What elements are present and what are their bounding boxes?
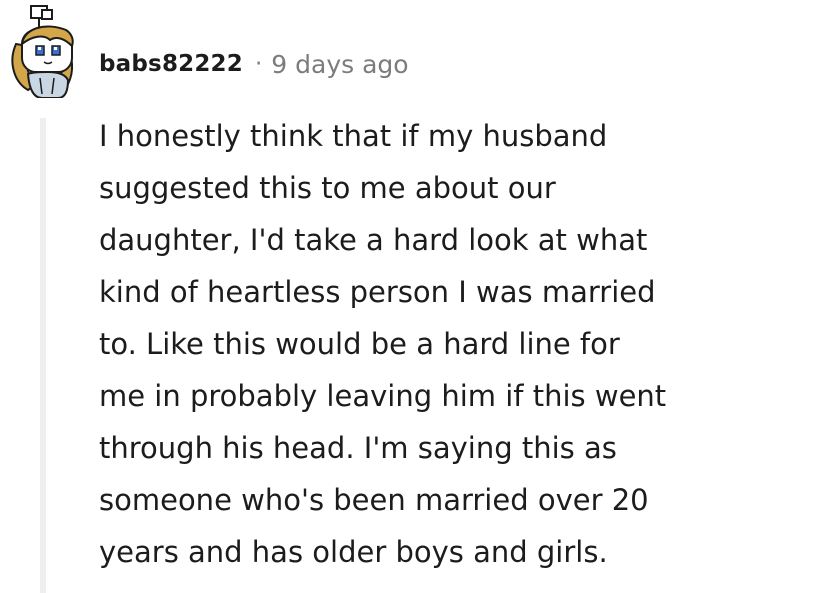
comment-body-line: I honestly think that if my husband <box>99 119 608 153</box>
author-username[interactable]: babs82222 <box>99 51 243 77</box>
thread-collapse-line[interactable] <box>40 118 46 593</box>
comment-body-line: kind of heartless person I was married <box>99 275 656 309</box>
comment-timestamp[interactable]: 9 days ago <box>271 50 408 79</box>
user-avatar[interactable] <box>6 4 86 99</box>
comment-body-line: suggested this to me about our <box>99 171 556 205</box>
comment-body-line: someone who's been married over 20 <box>99 483 649 517</box>
comment-body-line: to. Like this would be a hard line for <box>99 327 620 361</box>
comment-body-line: me in probably leaving him if this went <box>99 379 667 413</box>
comment-meta: babs82222 · 9 days ago <box>99 44 409 84</box>
comment: babs82222 · 9 days ago I honestly think … <box>0 0 815 593</box>
comment-body-line: daughter, I'd take a hard look at what <box>99 223 648 257</box>
comment-body-line: through his head. I'm saying this as <box>99 431 617 465</box>
meta-separator: · <box>254 51 263 77</box>
snoo-avatar-icon <box>11 5 74 99</box>
comment-body-line: years and has older boys and girls. <box>99 535 608 569</box>
comment-body: I honestly think that if my husband sugg… <box>99 110 799 578</box>
